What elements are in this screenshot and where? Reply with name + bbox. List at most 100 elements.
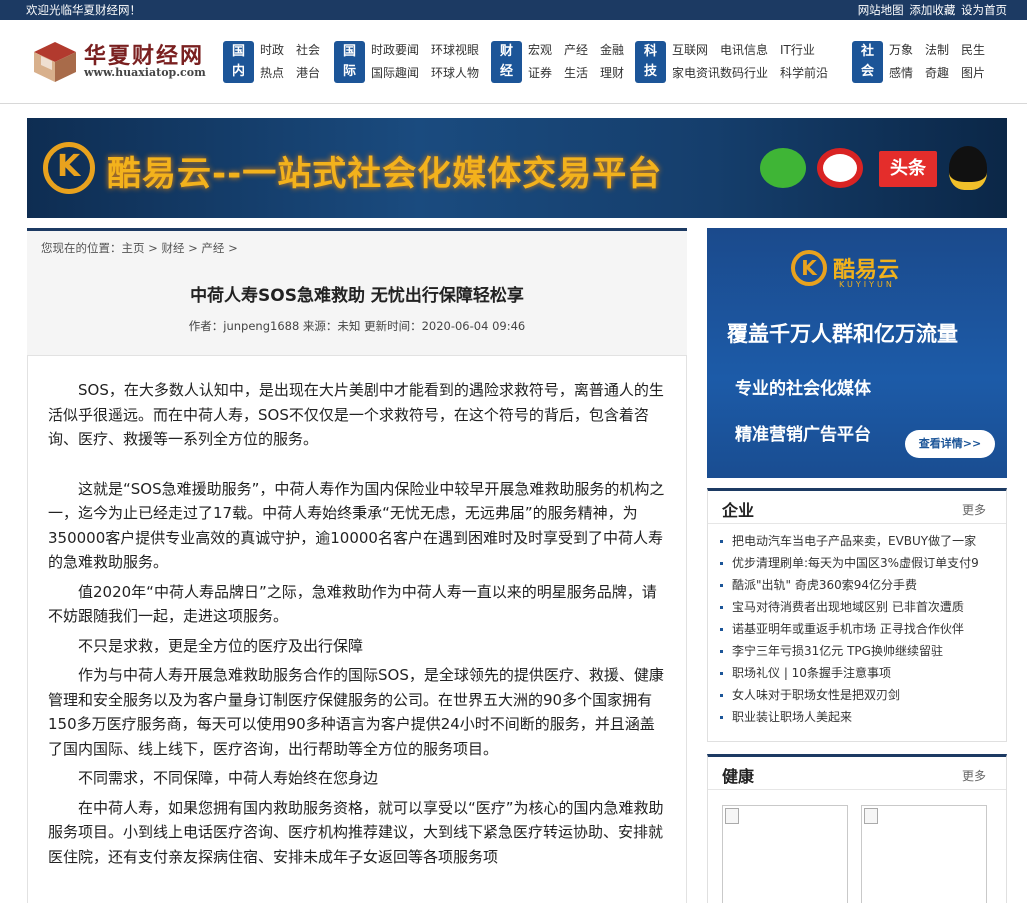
breadcrumb-industry[interactable]: 产经 — [201, 241, 224, 255]
article-meta: 作者：junpeng1688 来源：未知 更新时间：2020-06-04 09:… — [188, 319, 526, 333]
list-item[interactable]: 优步清理刷单:每天为中国区3%虚假订单支付9 — [718, 552, 1006, 574]
header: 华夏财经网 www.huaxiatop.com 国 内 时政 社会 热点 港台 … — [0, 20, 1027, 104]
nav-item[interactable]: IT行业 — [780, 41, 840, 59]
nav-item[interactable]: 时政要闻 — [371, 41, 431, 59]
nav-item[interactable]: 环球人物 — [431, 64, 491, 82]
nav-item[interactable]: 社会 — [296, 41, 332, 59]
enterprise-news-list: 把电动汽车当电子产品来卖，EVBUY做了一家 优步清理刷单:每天为中国区3%虚假… — [708, 524, 1006, 728]
breadcrumb-separator: > — [188, 241, 198, 255]
article-subheading: 不只是求救，更是全方位的医疗及出行保障 — [78, 636, 364, 655]
article-panel: 您现在的位置：主页 > 财经 > 产经 > 中荷人寿SOS急难救助 无忧出行保障… — [27, 228, 687, 903]
nav-item[interactable]: 互联网 — [672, 41, 720, 59]
nav-badge-society[interactable]: 社 会 — [852, 41, 883, 83]
list-item[interactable]: 李宁三年亏损31亿元 TPG换帅继续留驻 — [718, 640, 1006, 662]
list-item[interactable]: 酷派"出轨" 奇虎360索94亿分手费 — [718, 574, 1006, 596]
nav-badge-international[interactable]: 国 际 — [334, 41, 365, 83]
welcome-text: 欢迎光临华夏财经网！ — [26, 3, 141, 17]
add-favorite-link[interactable]: 添加收藏 — [909, 3, 955, 17]
list-item[interactable]: 把电动汽车当电子产品来卖，EVBUY做了一家 — [718, 530, 1006, 552]
broken-image-icon — [725, 808, 739, 824]
list-item[interactable]: 职场礼仪 | 10条握手注意事项 — [718, 662, 1006, 684]
badge-char: 会 — [860, 64, 874, 79]
nav-item[interactable]: 环球视眼 — [431, 41, 491, 59]
side-ad-line: 专业的社会化媒体 — [735, 379, 871, 399]
nav-item[interactable]: 热点 — [260, 64, 296, 82]
side-ad-headline: 覆盖千万人群和亿万流量 — [727, 322, 958, 346]
health-title: 健康 — [722, 767, 755, 786]
nav-item[interactable]: 数码行业 — [720, 64, 780, 82]
nav-item[interactable]: 国际趣闻 — [371, 64, 431, 82]
side-ad-line: 精准营销广告平台 — [735, 425, 871, 445]
breadcrumb-home[interactable]: 主页 — [122, 241, 145, 255]
list-item[interactable]: 女人味对于职场女性是把双刃剑 — [718, 684, 1006, 706]
article-paragraph: 在中荷人寿，如果您拥有国内救助服务资格，就可以享受以“医疗”为核心的国内急难救助… — [48, 798, 664, 866]
kuyiyun-logo-icon — [43, 142, 95, 194]
nav-badge-finance[interactable]: 财 经 — [491, 41, 522, 83]
list-item[interactable]: 职业装让职场人美起来 — [718, 706, 1006, 728]
set-homepage-link[interactable]: 设为首页 — [961, 3, 1007, 17]
side-ad[interactable]: K 酷易云 KUYIYUN 覆盖千万人群和亿万流量 专业的社会化媒体 精准营销广… — [707, 228, 1007, 478]
list-item[interactable]: 诺基亚明年或重返手机市场 正寻找合作伙伴 — [718, 618, 1006, 640]
enterprise-box: 企业 更多 把电动汽车当电子产品来卖，EVBUY做了一家 优步清理刷单:每天为中… — [707, 488, 1007, 742]
health-image-2[interactable] — [861, 805, 987, 903]
side-ad-brand-en: KUYIYUN — [839, 280, 895, 289]
broken-image-icon — [864, 808, 878, 824]
badge-char: 科 — [643, 44, 657, 59]
nav-item[interactable]: 时政 — [260, 41, 296, 59]
qq-icon — [949, 146, 987, 190]
nav-badge-tech[interactable]: 科 技 — [635, 41, 666, 83]
article-paragraph: SOS，在大多数人认知中，是出现在大片美剧中才能看到的遇险求救符号，离普通人的生… — [48, 381, 664, 448]
nav-item[interactable]: 万象 — [889, 41, 925, 59]
article-title: 中荷人寿SOS急难救助 无忧出行保障轻松享 — [190, 286, 524, 306]
nav-item[interactable]: 港台 — [296, 64, 332, 82]
badge-char: 国 — [231, 44, 245, 59]
nav-item[interactable]: 生活 — [564, 64, 600, 82]
article-paragraph: 值2020年“中荷人寿品牌日”之际，急难救助作为中荷人寿一直以来的明星服务品牌，… — [48, 582, 657, 626]
logo-url: www.huaxiatop.com — [84, 66, 206, 79]
nav-item[interactable]: 奇趣 — [925, 64, 961, 82]
badge-char: 财 — [499, 44, 513, 59]
wechat-icon — [760, 148, 806, 188]
health-more-link[interactable]: 更多 — [962, 767, 986, 784]
sitemap-link[interactable]: 网站地图 — [858, 3, 904, 17]
enterprise-box-header: 企业 更多 — [708, 491, 1006, 524]
breadcrumb-separator: > — [148, 241, 158, 255]
health-image-1[interactable] — [722, 805, 848, 903]
article-paragraph: 作为与中荷人寿开展急难救助服务合作的国际SOS，是全球领先的提供医疗、救援、健康… — [48, 666, 664, 758]
health-box: 健康 更多 — [707, 754, 1007, 903]
nav-item[interactable]: 电讯信息 — [720, 41, 780, 59]
article-paragraph: 这就是“SOS急难援助服务”，中荷人寿作为国内保险业中较早开展急难救助服务的机构… — [48, 479, 665, 572]
nav-item[interactable]: 科学前沿 — [780, 64, 840, 82]
nav-item[interactable]: 图片 — [961, 64, 997, 82]
badge-char: 社 — [860, 44, 874, 59]
article-subheading: 不同需求，不同保障，中荷人寿始终在您身边 — [78, 769, 379, 787]
view-details-button[interactable]: 查看详情>> — [905, 430, 995, 458]
breadcrumb-prefix: 您现在的位置： — [41, 241, 122, 255]
nav-item[interactable]: 家电资讯 — [672, 64, 720, 82]
nav-item[interactable]: 金融 — [600, 41, 636, 59]
top-bar: 欢迎光临华夏财经网！ 网站地图 添加收藏 设为首页 — [0, 0, 1027, 20]
nav-item[interactable]: 感情 — [889, 64, 925, 82]
top-links: 网站地图 添加收藏 设为首页 — [856, 2, 1007, 18]
nav-item[interactable]: 理财 — [600, 64, 636, 82]
nav-item[interactable]: 宏观 — [528, 41, 564, 59]
breadcrumb-separator: > — [228, 241, 238, 255]
article-body: SOS，在大多数人认知中，是出现在大片美剧中才能看到的遇险求救符号，离普通人的生… — [27, 355, 687, 903]
list-item[interactable]: 宝马对待消费者出现地域区别 已非首次遭质 — [718, 596, 1006, 618]
badge-char: 技 — [643, 64, 657, 79]
badge-char: 经 — [499, 64, 513, 79]
banner-slogan: 酷易云--一站式社会化媒体交易平台 — [107, 154, 663, 194]
banner-ad[interactable]: 酷易云--一站式社会化媒体交易平台 头条 — [27, 118, 1007, 218]
toutiao-icon: 头条 — [879, 151, 937, 187]
nav-item[interactable]: 产经 — [564, 41, 600, 59]
enterprise-title: 企业 — [722, 501, 755, 520]
site-logo[interactable]: 华夏财经网 www.huaxiatop.com — [32, 38, 212, 88]
nav-item[interactable]: 法制 — [925, 41, 961, 59]
nav-badge-domestic[interactable]: 国 内 — [223, 41, 254, 83]
nav-item[interactable]: 证券 — [528, 64, 564, 82]
side-ad-brand: K 酷易云 KUYIYUN — [791, 250, 931, 290]
enterprise-more-link[interactable]: 更多 — [962, 501, 986, 518]
nav-item[interactable]: 民生 — [961, 41, 997, 59]
breadcrumb-finance[interactable]: 财经 — [161, 241, 184, 255]
badge-char: 际 — [342, 64, 356, 79]
